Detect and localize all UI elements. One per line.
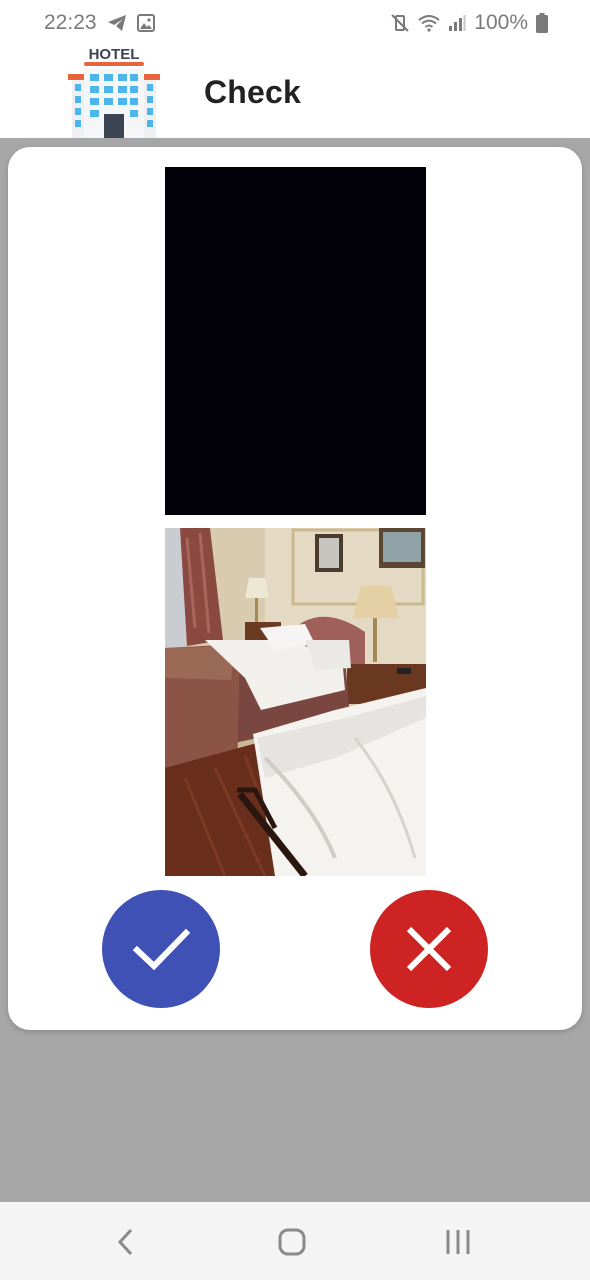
hotel-logo: HOTEL: [66, 46, 162, 138]
check-dialog: [8, 147, 582, 1030]
image-icon: [136, 14, 155, 32]
recent-apps-icon[interactable]: [438, 1224, 478, 1260]
page-title: Check: [204, 74, 302, 110]
back-icon[interactable]: [106, 1224, 146, 1260]
status-left: 22:23: [44, 11, 155, 35]
status-right: 100%: [390, 11, 548, 35]
wifi-icon: [418, 14, 440, 32]
confirm-button[interactable]: [102, 890, 220, 1008]
app-bar: HOTEL Check: [0, 46, 590, 138]
close-icon: [403, 923, 455, 975]
navigation-bar: [0, 1202, 590, 1280]
status-time: 22:23: [44, 11, 97, 34]
hotel-logo-text: HOTEL: [89, 46, 140, 63]
battery-percentage: 100%: [474, 11, 528, 34]
status-bar: 22:23 100%: [0, 0, 590, 46]
mute-vibrate-icon: [390, 13, 410, 33]
room-photo: [165, 528, 426, 876]
checkmark-icon: [131, 919, 191, 979]
front-photo: [165, 167, 426, 515]
battery-icon: [536, 13, 548, 33]
home-icon[interactable]: [272, 1224, 312, 1260]
telegram-icon: [107, 14, 127, 32]
reject-button[interactable]: [370, 890, 488, 1008]
signal-icon: [448, 14, 466, 32]
